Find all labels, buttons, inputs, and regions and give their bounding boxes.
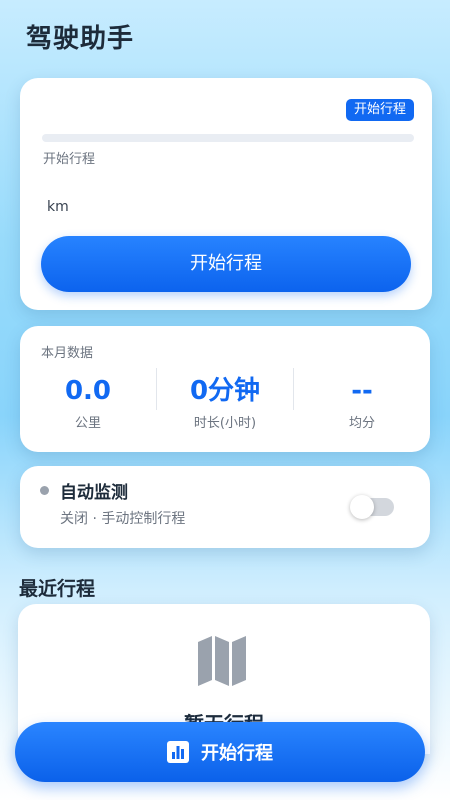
stat-score-value: -- <box>351 376 373 406</box>
distance-unit: km <box>47 199 69 215</box>
recent-trips-title: 最近行程 <box>19 578 96 600</box>
stat-distance-value: 0.0 <box>64 376 112 406</box>
auto-monitor-title: 自动监测 <box>60 483 128 503</box>
stat-distance: 0.0 公里 <box>20 372 156 431</box>
start-trip-button[interactable]: 开始行程 <box>41 236 411 292</box>
floating-button-label: 开始行程 <box>201 743 273 764</box>
floating-button-content: 开始行程 <box>15 722 425 782</box>
stat-score-label: 均分 <box>348 416 375 431</box>
monthly-stats-title: 本月数据 <box>41 346 94 361</box>
trip-card: 开始行程 开始行程 km 开始行程 <box>20 78 432 310</box>
toggle-knob <box>350 495 374 519</box>
floating-start-trip-button[interactable]: 开始行程 <box>15 722 425 782</box>
trip-progress-label: 开始行程 <box>43 152 96 167</box>
stat-duration-label: 时长(小时) <box>193 416 257 431</box>
stat-duration: 0分钟 时长(小时) <box>157 372 293 431</box>
auto-monitor-description: 关闭 · 手动控制行程 <box>60 511 186 527</box>
app-title: 驾驶助手 <box>26 24 135 54</box>
monthly-stats-card: 本月数据 0.0 公里 0分钟 时长(小时) -- 均分 <box>20 326 430 452</box>
map-icon <box>198 636 246 686</box>
stat-distance-label: 公里 <box>74 416 101 431</box>
stat-duration-value: 0分钟 <box>189 376 261 406</box>
monitor-status-dot <box>40 486 49 495</box>
bar-chart-icon <box>167 741 189 763</box>
stat-score: -- 均分 <box>294 372 430 431</box>
auto-monitor-toggle[interactable] <box>350 495 394 519</box>
trip-status-chip: 开始行程 <box>345 99 414 121</box>
auto-monitor-card: 自动监测 关闭 · 手动控制行程 <box>20 466 430 548</box>
trip-progress-bar <box>42 134 414 142</box>
